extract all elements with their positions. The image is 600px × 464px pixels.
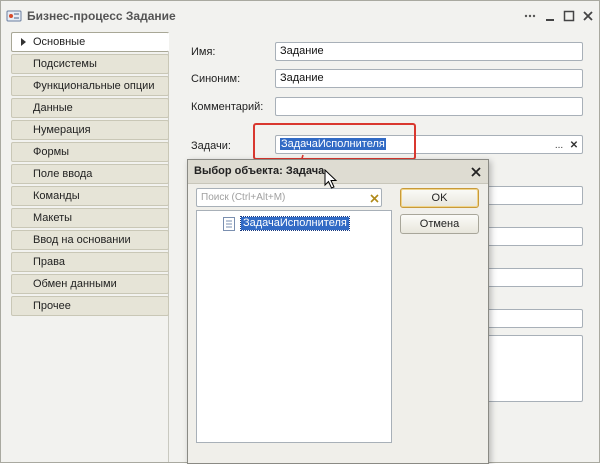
sidebar-item-label: Команды — [33, 190, 80, 202]
sidebar-item-label: Макеты — [33, 212, 73, 224]
cancel-button[interactable]: Отмена — [400, 214, 479, 234]
dialog-title-bar: Выбор объекта: Задача — [188, 160, 488, 184]
synonym-field[interactable]: Задание — [275, 69, 583, 88]
sidebar-item-label: Обмен данными — [33, 278, 117, 290]
sidebar-item-templates[interactable]: Макеты — [11, 208, 169, 228]
sidebar-item-basic[interactable]: Основные — [11, 32, 169, 52]
current-item-arrow-icon — [21, 38, 26, 46]
sidebar-item-numbering[interactable]: Нумерация — [11, 120, 169, 140]
sidebar-item-based-on[interactable]: Ввод на основании — [11, 230, 169, 250]
business-process-icon — [6, 10, 22, 22]
hidden-field-2[interactable] — [485, 227, 583, 246]
minimize-icon — [546, 19, 554, 21]
close-icon — [583, 11, 593, 21]
dialog-title: Выбор объекта: Задача — [194, 165, 325, 177]
sidebar-item-label: Формы — [33, 146, 70, 158]
synonym-label: Синоним: — [191, 73, 241, 85]
business-process-window: Бизнес-процесс Задание Основные Подсисте… — [0, 0, 600, 464]
sidebar-item-label: Ввод на основании — [33, 234, 131, 246]
close-icon — [471, 167, 481, 177]
sidebar-item-rights[interactable]: Права — [11, 252, 169, 272]
search-clear-button[interactable] — [367, 191, 381, 205]
clear-button[interactable]: ✕ — [567, 138, 581, 152]
select-object-dialog: Выбор объекта: Задача Поиск (Ctrl+Alt+M)… — [187, 159, 489, 464]
sidebar-item-data-exchange[interactable]: Обмен данными — [11, 274, 169, 294]
hidden-field-1[interactable] — [485, 186, 583, 205]
sidebar-item-label: Права — [33, 256, 65, 268]
maximize-button[interactable] — [562, 9, 576, 23]
name-field[interactable]: Задание — [275, 42, 583, 61]
hidden-field-3[interactable] — [485, 268, 583, 287]
search-placeholder: Поиск (Ctrl+Alt+M) — [201, 192, 286, 203]
sidebar-item-other[interactable]: Прочее — [11, 296, 169, 316]
name-label: Имя: — [191, 46, 216, 58]
dialog-close-button[interactable] — [469, 165, 483, 179]
sidebar-item-forms[interactable]: Формы — [11, 142, 169, 162]
tree-item-selected[interactable]: ЗадачаИсполнителя — [240, 216, 350, 231]
comment-field[interactable] — [275, 97, 583, 116]
sidebar-item-label: Поле ввода — [33, 168, 93, 180]
hidden-field-4[interactable] — [485, 309, 583, 328]
hidden-text-area[interactable] — [485, 335, 583, 402]
sidebar-item-label: Основные — [33, 36, 86, 48]
title-bar: Бизнес-процесс Задание — [1, 1, 599, 31]
search-input[interactable]: Поиск (Ctrl+Alt+M) — [196, 188, 382, 207]
annotation-highlight — [253, 123, 416, 160]
comment-label: Комментарий: — [191, 101, 264, 113]
task-document-icon — [223, 217, 235, 231]
sidebar-item-input-field[interactable]: Поле ввода — [11, 164, 169, 184]
sidebar-item-data[interactable]: Данные — [11, 98, 169, 118]
select-button[interactable]: ... — [552, 138, 566, 152]
mouse-cursor-icon — [324, 169, 338, 189]
sidebar-item-label: Данные — [33, 102, 73, 114]
minimize-button[interactable] — [543, 9, 557, 23]
sidebar-item-label: Прочее — [33, 300, 71, 312]
object-tree[interactable]: ЗадачаИсполнителя — [196, 210, 392, 443]
ok-button[interactable]: OK — [400, 188, 479, 208]
sidebar-item-label: Функциональные опции — [33, 80, 155, 92]
more-button[interactable] — [523, 9, 537, 23]
more-icon — [524, 14, 536, 18]
maximize-icon — [563, 10, 575, 22]
window-title: Бизнес-процесс Задание — [27, 9, 176, 23]
sidebar-item-label: Нумерация — [33, 124, 91, 136]
close-window-button[interactable] — [581, 9, 595, 23]
clear-icon — [369, 193, 379, 203]
sidebar-item-subsystems[interactable]: Подсистемы — [11, 54, 169, 74]
sidebar-item-label: Подсистемы — [33, 58, 97, 70]
sidebar-nav: Основные Подсистемы Функциональные опции… — [11, 32, 169, 462]
sidebar-item-functional-options[interactable]: Функциональные опции — [11, 76, 169, 96]
tasks-label: Задачи: — [191, 140, 231, 152]
sidebar-item-commands[interactable]: Команды — [11, 186, 169, 206]
